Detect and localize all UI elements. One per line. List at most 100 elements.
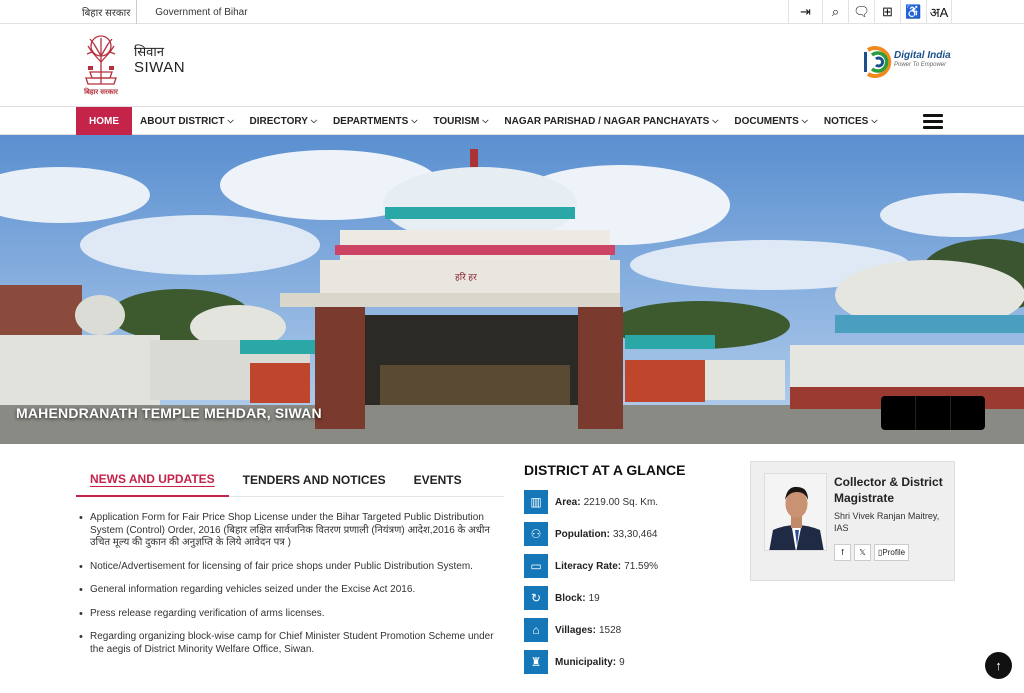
slider-next-button[interactable]	[951, 396, 985, 430]
gov-hindi: बिहार सरकार	[82, 8, 131, 19]
glance-municipality: ♜ Municipality: 9	[524, 646, 734, 678]
nav-label: HOME	[89, 115, 119, 127]
slider-prev-button[interactable]	[881, 396, 916, 430]
profile-label: Profile	[882, 548, 906, 557]
glance-value: 19	[588, 592, 600, 604]
nav-item-notices[interactable]: NOTICES ⌵	[816, 107, 886, 135]
block-icon: ↻	[524, 586, 548, 610]
news-item[interactable]: Notice/Advertisement for licensing of fa…	[79, 561, 504, 574]
glance-value: 33,30,464	[613, 528, 658, 540]
nav-label: DIRECTORY	[249, 115, 308, 127]
glance-literacy: ▭ Literacy Rate: 71.59%	[524, 550, 734, 582]
tab-tenders-and-notices[interactable]: TENDERS AND NOTICES	[229, 462, 400, 497]
glance-population: ⚇ Population: 33,30,464	[524, 518, 734, 550]
glance-area: ▥ Area: 2219.00 Sq. Km.	[524, 486, 734, 518]
news-item[interactable]: Application Form for Fair Price Shop Lic…	[79, 512, 504, 550]
chevron-down-icon: ⌵	[411, 116, 418, 125]
temple-sign: हरि हर	[455, 272, 477, 282]
hero-slider[interactable]: MAHENDRANATH TEMPLE MEHDAR, SIWAN हरि हर	[0, 135, 1024, 444]
screen-reader-icon[interactable]: 🗨	[848, 0, 874, 24]
digital-india-tagline: Power To Empower	[894, 62, 947, 68]
nav-item-directory[interactable]: DIRECTORY ⌵	[242, 107, 325, 135]
accessibility-tools: ⇥ ⌕ 🗨 ⊞ ♿ अA	[788, 0, 952, 24]
glance-label: Block:	[555, 592, 586, 604]
profile-button[interactable]: ▯ Profile	[874, 544, 910, 561]
glance-block: ↻ Block: 19	[524, 582, 734, 614]
site-name-hindi: सिवान	[134, 44, 164, 59]
collector-links: f 𝕏 ▯ Profile	[834, 544, 910, 561]
collector-name: Shri Vivek Ranjan Maitrey, IAS	[834, 511, 940, 533]
tab-news-and-updates[interactable]: NEWS AND UPDATES	[76, 462, 229, 497]
news-item[interactable]: Press release regarding verification of …	[79, 608, 504, 621]
glance-label: Villages:	[555, 624, 596, 636]
nav-label: ABOUT DISTRICT	[140, 115, 225, 127]
glance-value: 2219.00 Sq. Km.	[583, 496, 659, 508]
slider-controls[interactable]	[881, 396, 985, 430]
population-icon: ⚇	[524, 522, 548, 546]
news-tabs: NEWS AND UPDATES TENDERS AND NOTICES EVE…	[76, 462, 504, 497]
site-name[interactable]: SIWAN	[134, 59, 185, 76]
x-icon[interactable]: 𝕏	[854, 544, 871, 561]
nav-label: NOTICES	[823, 115, 869, 127]
glance-title: DISTRICT AT A GLANCE	[524, 462, 686, 478]
chevron-down-icon: ⌵	[310, 116, 317, 125]
collector-card: Collector & District Magistrate Shri Viv…	[750, 461, 955, 581]
divider	[136, 0, 149, 24]
map-icon: ▥	[524, 490, 548, 514]
chevron-down-icon: ⌵	[801, 116, 808, 125]
glance-villages: ⌂ Villages: 1528	[524, 614, 734, 646]
nav-label: DOCUMENTS	[734, 115, 799, 127]
nav-item-tourism[interactable]: TOURISM ⌵	[425, 107, 496, 135]
glance-value: 9	[619, 656, 625, 668]
glance-label: Municipality:	[555, 656, 617, 668]
language-icon[interactable]: अA	[926, 0, 952, 24]
search-icon[interactable]: ⌕	[822, 0, 848, 24]
nav-label: DEPARTMENTS	[332, 115, 409, 127]
village-icon: ⌂	[524, 618, 548, 642]
digital-india-logo[interactable]: Digital India Power To Empower	[862, 44, 952, 80]
government-label: बिहार सरकार Government of Bihar	[76, 0, 254, 24]
main-navigation: HOME ABOUT DISTRICT ⌵ DIRECTORY ⌵ DEPARTME…	[0, 106, 1024, 135]
news-list: Application Form for Fair Price Shop Lic…	[79, 512, 504, 667]
collector-photo	[764, 473, 827, 551]
chevron-down-icon: ⌵	[482, 116, 489, 125]
news-item[interactable]: General information regarding vehicles s…	[79, 584, 504, 597]
gov-english: Government of Bihar	[155, 6, 248, 18]
emblem-caption: बिहार सरकार	[84, 89, 118, 96]
hero-image	[0, 135, 1024, 444]
top-bar: बिहार सरकार Government of Bihar ⇥ ⌕ 🗨 ⊞ …	[0, 0, 1024, 24]
nav-label: NAGAR PARISHAD / NAGAR PANCHAYATS	[504, 115, 710, 127]
chevron-down-icon: ⌵	[227, 116, 234, 125]
chevron-down-icon: ⌵	[871, 116, 878, 125]
slider-pause-button[interactable]	[916, 396, 951, 430]
accessibility-icon[interactable]: ♿	[900, 0, 926, 24]
nav-item-documents[interactable]: DOCUMENTS ⌵	[726, 107, 816, 135]
hero-caption: MAHENDRANATH TEMPLE MEHDAR, SIWAN	[16, 405, 322, 421]
glance-label: Literacy Rate:	[555, 560, 622, 572]
glance-value: 1528	[598, 624, 622, 636]
tab-events[interactable]: EVENTS	[400, 462, 476, 497]
news-item[interactable]: Regarding organizing block-wise camp for…	[79, 631, 504, 656]
glance-label: Population:	[555, 528, 610, 540]
nav-item-nagar-parishad[interactable]: NAGAR PARISHAD / NAGAR PANCHAYATS ⌵	[496, 107, 726, 135]
bihar-emblem-icon[interactable]: बिहार सरकार	[80, 32, 122, 98]
municipality-icon: ♜	[524, 650, 548, 674]
menu-icon[interactable]	[923, 114, 943, 129]
nav-item-about-district[interactable]: ABOUT DISTRICT ⌵	[132, 107, 242, 135]
site-header: बिहार सरकार सिवान SIWAN Digital India Po…	[0, 24, 1024, 106]
glance-label: Area:	[555, 496, 581, 508]
collector-title: Collector & District Magistrate	[834, 475, 943, 505]
digital-india-text: Digital India	[894, 50, 951, 61]
book-icon: ▭	[524, 554, 548, 578]
glance-value: 71.59%	[624, 560, 659, 572]
nav-label: TOURISM	[433, 115, 480, 127]
scroll-to-top-button[interactable]: ↑	[985, 652, 1012, 679]
skip-to-content-icon[interactable]: ⇥	[788, 0, 822, 24]
facebook-icon[interactable]: f	[834, 544, 851, 561]
nav-items: HOME ABOUT DISTRICT ⌵ DIRECTORY ⌵ DEPARTME…	[76, 107, 885, 135]
sitemap-icon[interactable]: ⊞	[874, 0, 900, 24]
nav-item-home[interactable]: HOME	[76, 107, 132, 135]
chevron-down-icon: ⌵	[712, 116, 719, 125]
glance-list: ▥ Area: 2219.00 Sq. Km. ⚇ Population: 33…	[524, 486, 734, 678]
nav-item-departments[interactable]: DEPARTMENTS ⌵	[325, 107, 425, 135]
